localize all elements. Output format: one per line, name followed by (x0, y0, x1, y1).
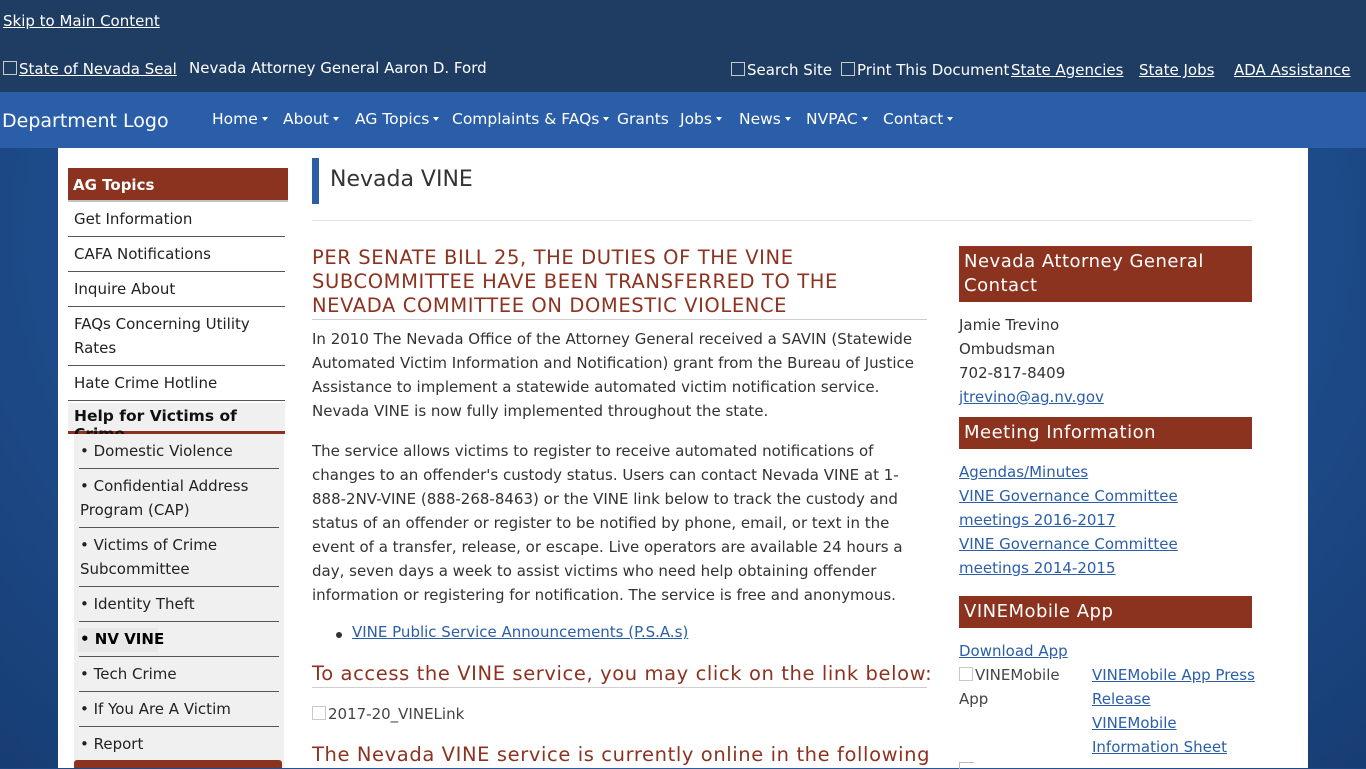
title-accent-bar (312, 158, 319, 204)
main-nav-bar: Department Logo Home About AG Topics Com… (0, 92, 1366, 148)
bullet-dot (336, 632, 342, 638)
department-logo-alt-text: Department Logo (2, 110, 169, 132)
governance-2016-2017-link[interactable]: VINE Governance Committee meetings 2016-… (959, 484, 1249, 532)
sidebar-subitem-report[interactable]: • Report (79, 732, 279, 762)
meeting-box-heading: Meeting Information (959, 417, 1252, 449)
print-alt-text: Print This Document (857, 61, 1010, 79)
agendas-minutes-link[interactable]: Agendas/Minutes (959, 460, 1088, 484)
contact-box-heading: Nevada Attorney General Contact (959, 246, 1252, 302)
caret-down-icon (332, 117, 339, 121)
sidebar-subitem-domestic-violence[interactable]: • Domestic Violence (79, 439, 279, 469)
sidebar-next-section-bar (74, 760, 282, 768)
nav-grants-label: Grants (617, 110, 669, 128)
vinelink-image-link[interactable]: 2017-20_VINELink (312, 705, 464, 723)
vinemobile-box-heading: VINEMobile App (959, 596, 1252, 628)
sidebar-item-cafa-notifications[interactable]: CAFA Notifications (68, 242, 285, 272)
sidebar-subitem-nv-vine[interactable]: • NV VINE (79, 627, 279, 657)
site-title: Nevada Attorney General Aaron D. Ford (189, 59, 487, 77)
download-app-link[interactable]: Download App (959, 639, 1068, 663)
nav-jobs-label: Jobs (680, 110, 712, 128)
nav-ag-topics[interactable]: AG Topics (355, 110, 440, 128)
state-jobs-link[interactable]: State Jobs (1139, 61, 1214, 79)
access-heading: To access the VINE service, you may clic… (312, 662, 932, 688)
page-title: Nevada VINE (330, 167, 473, 192)
sidebar-item-faqs-utility-rates[interactable]: FAQs Concerning Utility Rates (68, 312, 285, 366)
ada-assistance-link[interactable]: ADA Assistance (1234, 61, 1351, 79)
search-site-alt-text: Search Site (747, 61, 833, 79)
nav-nvpac-label: NVPAC (806, 110, 858, 128)
contact-email-link[interactable]: jtrevino@ag.nv.gov (959, 385, 1104, 409)
sidebar-subitem-identity-theft[interactable]: • Identity Theft (79, 592, 279, 622)
print-document-button[interactable]: Print This Document (841, 61, 1009, 79)
nav-about-label: About (283, 110, 329, 128)
search-site-button[interactable]: Search Site (731, 61, 832, 79)
nav-contact-label: Contact (883, 110, 944, 128)
contact-name: Jamie Trevino (959, 316, 1060, 334)
online-heading: The Nevada VINE service is currently onl… (312, 743, 931, 766)
caret-down-icon (947, 117, 954, 121)
governance-2014-2015-link[interactable]: VINE Governance Committee meetings 2014-… (959, 532, 1249, 580)
service-paragraph: The service allows victims to register t… (312, 442, 903, 604)
nav-nvpac[interactable]: NVPAC (806, 110, 868, 128)
caret-down-icon (861, 117, 868, 121)
caret-down-icon (433, 117, 440, 121)
search-icon (731, 62, 745, 76)
department-logo[interactable]: Department Logo (0, 110, 169, 132)
sidebar-heading: AG Topics (68, 168, 288, 202)
state-seal-image[interactable]: State of Nevada Seal (3, 60, 177, 78)
nav-contact[interactable]: Contact (883, 110, 954, 128)
nav-home[interactable]: Home (212, 110, 268, 128)
nav-jobs[interactable]: Jobs (680, 110, 722, 128)
nav-complaints-faqs[interactable]: Complaints & FAQs (452, 110, 610, 128)
vinemobile-alt-text: VINEMobile App (959, 666, 1060, 708)
title-divider (312, 220, 1252, 221)
vinelink-alt-text: 2017-20_VINELink (328, 705, 465, 723)
state-agencies-link[interactable]: State Agencies (1011, 61, 1123, 79)
caret-down-icon (603, 117, 610, 121)
vinemobile-app-image: VINEMobile App (959, 663, 1079, 711)
caret-down-icon (784, 117, 791, 121)
skip-to-main-link[interactable]: Skip to Main Content (3, 12, 160, 30)
sidebar-subitem-victims-of-crime-subcommittee[interactable]: • Victims of Crime Subcommittee (79, 533, 279, 587)
broken-image-icon (959, 667, 973, 681)
caret-down-icon (261, 117, 268, 121)
sidebar-item-hate-crime-hotline[interactable]: Hate Crime Hotline (68, 371, 285, 401)
nav-ag-topics-label: AG Topics (355, 110, 430, 128)
broken-image-icon (3, 61, 17, 75)
vinemobile-press-release-link[interactable]: VINEMobile App Press Release (1092, 663, 1257, 711)
nav-about[interactable]: About (283, 110, 339, 128)
vinemobile-info-sheet-link[interactable]: VINEMobile Information Sheet (1092, 711, 1257, 759)
sidebar-item-inquire-about[interactable]: Inquire About (68, 277, 285, 307)
broken-image-icon (312, 706, 326, 720)
contact-role: Ombudsman (959, 340, 1056, 358)
nav-news[interactable]: News (739, 110, 791, 128)
sidebar-subitem-confidential-address[interactable]: • Confidential Address Program (CAP) (79, 474, 279, 528)
caret-down-icon (715, 117, 722, 121)
nav-home-label: Home (212, 110, 258, 128)
state-seal-alt-text: State of Nevada Seal (19, 60, 177, 78)
print-icon (841, 62, 855, 76)
sidebar-item-get-information[interactable]: Get Information (68, 207, 285, 237)
nav-news-label: News (739, 110, 781, 128)
sidebar-subitem-if-you-are-a-victim[interactable]: • If You Are A Victim (79, 697, 279, 727)
nav-complaints-label: Complaints & FAQs (452, 110, 600, 128)
senate-bill-heading: PER SENATE BILL 25, THE DUTIES OF THE VI… (312, 246, 927, 320)
psa-link[interactable]: VINE Public Service Announcements (P.S.A… (352, 623, 688, 641)
intro-paragraph: In 2010 The Nevada Office of the Attorne… (312, 330, 914, 420)
nav-grants[interactable]: Grants (617, 110, 669, 128)
sidebar-item-help-for-victims[interactable]: Help for Victims of Crime (68, 403, 285, 443)
sidebar-subitem-tech-crime[interactable]: • Tech Crime (79, 662, 279, 692)
contact-phone: 702-817-8409 (959, 364, 1066, 382)
